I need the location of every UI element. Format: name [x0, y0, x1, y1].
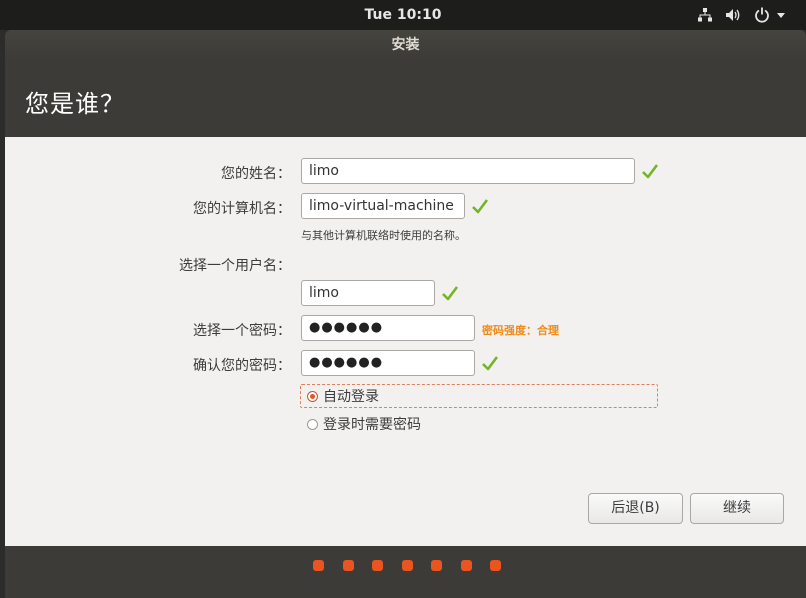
chevron-down-icon[interactable]	[776, 7, 786, 23]
password-input[interactable]: ●●●●●●	[301, 315, 475, 341]
progress-dot	[313, 560, 324, 571]
progress-dot	[342, 560, 354, 571]
confirm-password-input[interactable]: ●●●●●●	[301, 350, 475, 376]
window-titlebar[interactable]: 安装	[5, 30, 806, 60]
window-title: 安装	[391, 37, 420, 53]
password-label: 选择一个密码：	[193, 323, 291, 339]
require-password-option[interactable]: 登录时需要密码	[300, 413, 500, 437]
computer-name-label: 您的计算机名：	[193, 201, 291, 217]
page-header	[5, 60, 806, 137]
clock[interactable]: Tue 10:10	[0, 0, 806, 30]
continue-button[interactable]: 继续	[690, 493, 784, 524]
checkmark-icon	[482, 356, 499, 371]
top-panel: Tue 10:10	[0, 0, 806, 30]
computer-name-input[interactable]: limo-virtual-machine	[301, 193, 465, 219]
checkmark-icon	[642, 164, 659, 179]
progress-dot	[460, 560, 472, 571]
network-icon[interactable]	[697, 7, 713, 23]
checkmark-icon	[442, 286, 459, 301]
power-icon[interactable]	[754, 7, 770, 23]
autologin-option[interactable]: 自动登录	[300, 384, 658, 408]
require-password-label: 登录时需要密码	[323, 417, 421, 433]
progress-dot	[372, 560, 383, 571]
autologin-label: 自动登录	[323, 389, 379, 405]
progress-footer	[5, 546, 806, 598]
progress-dot	[490, 560, 501, 571]
username-input[interactable]: limo	[301, 280, 435, 306]
require-password-radio[interactable]	[307, 419, 318, 430]
autologin-radio[interactable]	[307, 391, 318, 402]
username-label: 选择一个用户名：	[179, 258, 291, 274]
form-area: 您的姓名： limo 您的计算机名： limo-virtual-machine …	[5, 137, 806, 546]
installer-window: 安装 您是谁？ 您的姓名： limo 您的计算机名： limo-virtual-…	[5, 30, 806, 598]
name-input[interactable]: limo	[301, 158, 635, 184]
progress-dot	[431, 560, 442, 571]
volume-icon[interactable]	[725, 7, 741, 23]
checkmark-icon	[472, 199, 489, 214]
back-button[interactable]: 后退(B)	[588, 493, 683, 524]
progress-dot	[401, 560, 413, 571]
page-title: 您是谁？	[25, 90, 125, 118]
confirm-password-label: 确认您的密码：	[193, 358, 291, 374]
computer-name-hint: 与其他计算机联络时使用的名称。	[301, 229, 466, 242]
password-strength: 密码强度：合理	[482, 324, 559, 337]
name-label: 您的姓名：	[221, 166, 291, 182]
